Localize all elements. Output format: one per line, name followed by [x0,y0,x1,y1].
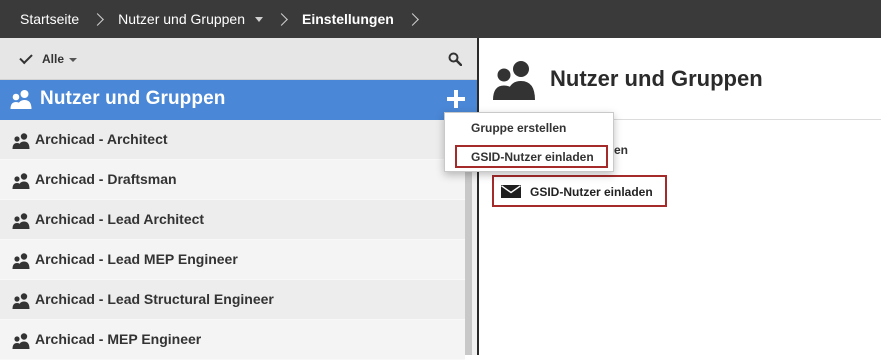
invite-user-label: GSID-Nutzer einladen [530,185,653,199]
breadcrumb-users-groups-label: Nutzer und Gruppen [118,11,245,27]
list-item[interactable]: Archicad - Lead Structural Engineer [0,280,465,320]
caret-down-icon[interactable] [69,58,77,62]
invite-user-button[interactable]: GSID-Nutzer einladen [492,175,667,207]
filter-bar: Alle [0,38,477,80]
chevron-right-icon [91,12,105,26]
list-item-label: Archicad - MEP Engineer [35,331,202,347]
breadcrumb-users-groups[interactable]: Nutzer und Gruppen [118,11,263,27]
menu-item-invite-user[interactable]: GSID-Nutzer einladen [455,145,608,168]
menu-item-invite-user-label: GSID-Nutzer einladen [471,150,594,164]
search-icon[interactable] [448,52,462,66]
filter-dropdown[interactable]: Alle [42,52,64,66]
breadcrumb-home[interactable]: Startseite [20,11,79,27]
breadcrumb: Startseite Nutzer und Gruppen Einstellun… [0,0,881,38]
caret-down-icon[interactable] [255,16,263,22]
users-icon [12,333,30,349]
mail-icon [501,185,521,198]
users-icon [12,133,30,149]
users-icon [12,293,30,309]
list-item-label: Archicad - Lead MEP Engineer [35,251,238,267]
list-item-label: Archicad - Draftsman [35,171,177,187]
users-icon [493,61,535,100]
users-icon [12,253,30,269]
list-item[interactable]: Archicad - Draftsman [0,160,465,200]
list-item[interactable]: Archicad - Architect [0,120,465,160]
plus-icon[interactable] [447,90,465,108]
page-title: Nutzer und Gruppen [550,66,763,91]
detail-panel: Nutzer und Gruppen en GSID-Nutzer einlad… [479,38,881,355]
partially-hidden-text: en [614,143,629,157]
group-header-title: Nutzer und Gruppen [40,88,226,109]
list-item[interactable]: Archicad - Lead MEP Engineer [0,240,465,280]
users-icon [12,213,30,229]
list-item-label: Archicad - Lead Structural Engineer [35,291,274,307]
group-list: Archicad - Architect Archicad - Draftsma… [0,120,465,360]
list-item[interactable]: Archicad - MEP Engineer [0,320,465,360]
users-icon [10,90,32,109]
group-header[interactable]: Nutzer und Gruppen [0,80,477,120]
chevron-right-icon [275,12,288,26]
check-icon [19,50,33,65]
groups-panel: Alle Nutzer und Gruppen Archicad - Archi… [0,38,477,360]
breadcrumb-settings[interactable]: Einstellungen [302,11,394,27]
list-item-label: Archicad - Lead Architect [35,211,205,227]
add-menu: Gruppe erstellen GSID-Nutzer einladen [444,112,614,172]
list-item-label: Archicad - Architect [35,131,168,147]
list-item[interactable]: Archicad - Lead Architect [0,200,465,240]
chevron-right-icon [405,12,419,26]
menu-item-create-group[interactable]: Gruppe erstellen [471,121,566,135]
users-icon [12,173,30,189]
